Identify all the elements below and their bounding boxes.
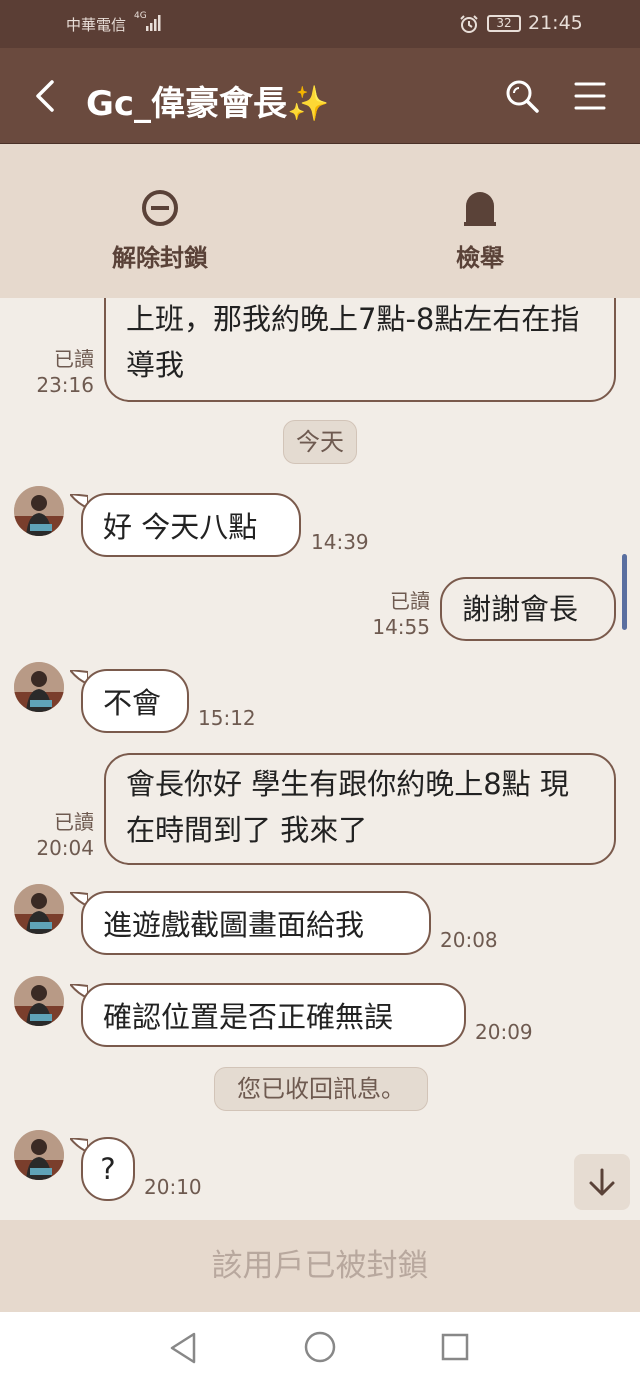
avatar[interactable] xyxy=(14,662,64,712)
message-bubble-incoming[interactable]: 進遊戲截圖畫面給我 xyxy=(81,891,431,955)
message-text: 進遊戲截圖畫面給我 xyxy=(103,908,365,942)
message-time: 20:09 xyxy=(475,1020,533,1044)
blocked-actions-bar: 解除封鎖 檢舉 xyxy=(0,144,640,298)
message-bubble-outgoing[interactable]: 謝謝會長 xyxy=(440,577,616,641)
message-time: 20:10 xyxy=(144,1175,202,1199)
read-receipt: 已讀 20:04 xyxy=(36,810,94,860)
network-type: 4G xyxy=(134,11,147,21)
message-bubble-incoming[interactable]: 不會 xyxy=(81,669,189,733)
avatar[interactable] xyxy=(14,884,64,934)
unblock-label: 解除封鎖 xyxy=(112,244,208,272)
message-bubble-incoming[interactable]: 好 今天八點 xyxy=(81,493,301,557)
scrollbar[interactable] xyxy=(622,554,627,630)
battery-level: 32 xyxy=(496,16,512,30)
message-text: 謝謝會長 xyxy=(462,592,579,626)
battery-icon: 32 xyxy=(487,15,521,32)
message-text: 確認位置是否正確無誤 xyxy=(103,1000,394,1034)
message-bubble-outgoing[interactable]: 會長你好 學生有跟你約晚上8點 現在時間到了 我來了 xyxy=(104,753,616,865)
report-label: 檢舉 xyxy=(456,244,504,272)
unsent-notice: 您已收回訊息。 xyxy=(214,1067,428,1111)
message-text: 上班，那我約晚上7點-8點左右在指導我 xyxy=(126,302,580,382)
message-text: 會長你好 學生有跟你約晚上8點 現在時間到了 我來了 xyxy=(126,767,569,847)
date-separator: 今天 xyxy=(283,420,357,464)
avatar-image xyxy=(14,662,64,712)
unblock-button[interactable]: 解除封鎖 xyxy=(80,188,240,273)
nav-home-icon[interactable] xyxy=(303,1330,337,1364)
chat-title: Gc_偉豪會長✨ xyxy=(86,84,330,124)
menu-icon[interactable] xyxy=(572,80,608,112)
avatar[interactable] xyxy=(14,486,64,536)
avatar-image xyxy=(14,1130,64,1180)
read-receipt: 已讀 14:55 xyxy=(372,589,430,639)
carrier-label: 中華電信 xyxy=(66,16,127,34)
message-text: 不會 xyxy=(103,686,162,720)
chat-header: Gc_偉豪會長✨ xyxy=(0,48,640,144)
message-list[interactable]: 已讀 23:16 上班，那我約晚上7點-8點左右在指導我 今天 好 今天八點 14… xyxy=(0,298,640,1220)
clock: 21:45 xyxy=(528,12,583,34)
message-text: ? xyxy=(100,1152,116,1186)
message-bubble-incoming[interactable]: ? xyxy=(81,1137,135,1201)
message-bubble-outgoing[interactable]: 上班，那我約晚上7點-8點左右在指導我 xyxy=(104,298,616,402)
nav-recents-icon[interactable] xyxy=(440,1330,470,1364)
message-bubble-incoming[interactable]: 確認位置是否正確無誤 xyxy=(81,983,466,1047)
avatar-image xyxy=(14,884,64,934)
avatar-image xyxy=(14,486,64,536)
report-button[interactable]: 檢舉 xyxy=(400,188,560,273)
report-icon xyxy=(464,192,496,226)
system-nav-bar xyxy=(0,1312,640,1386)
signal-icon xyxy=(146,15,161,31)
blocked-notice-bar: 該用戶已被封鎖 xyxy=(0,1220,640,1312)
message-time: 20:08 xyxy=(440,928,498,952)
search-icon[interactable] xyxy=(504,78,540,114)
read-receipt: 已讀 23:16 xyxy=(36,347,94,397)
nav-back-icon[interactable] xyxy=(168,1330,198,1366)
message-time: 14:39 xyxy=(311,530,369,554)
avatar[interactable] xyxy=(14,976,64,1026)
scroll-to-bottom-button[interactable] xyxy=(574,1154,630,1210)
back-arrow-icon[interactable] xyxy=(30,78,62,114)
avatar-image xyxy=(14,976,64,1026)
blocked-text: 該用戶已被封鎖 xyxy=(211,1248,429,1284)
status-bar: 中華電信 4G 32 21:45 xyxy=(0,0,640,48)
unblock-icon xyxy=(142,190,178,226)
message-text: 好 今天八點 xyxy=(103,510,258,544)
arrow-down-icon xyxy=(589,1168,615,1196)
alarm-icon xyxy=(460,15,478,33)
message-time: 15:12 xyxy=(198,706,256,730)
avatar[interactable] xyxy=(14,1130,64,1180)
